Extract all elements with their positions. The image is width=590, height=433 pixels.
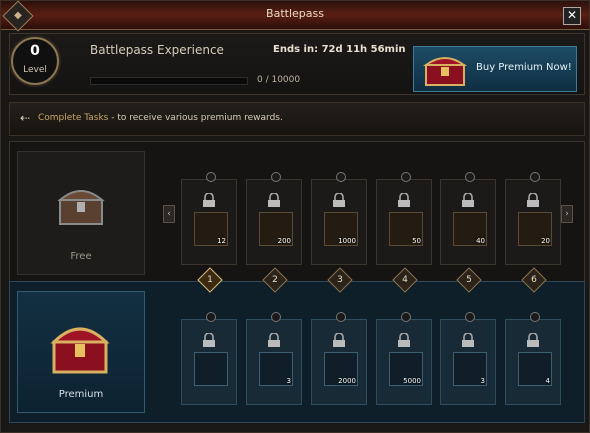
- info-banner: ⇠ Complete Tasks - to receive various pr…: [9, 102, 585, 136]
- free-reward-slot-6[interactable]: 20: [505, 172, 561, 265]
- premium-reward-slot-3[interactable]: 2000: [311, 312, 367, 405]
- treasure-chest-icon: [194, 352, 228, 386]
- tree-totem-icon: 50: [389, 212, 423, 246]
- blue-book-icon: 3: [259, 352, 293, 386]
- lock-icon: [460, 332, 476, 347]
- free-reward-slot-1[interactable]: 12: [181, 172, 237, 265]
- free-reward-slot-5[interactable]: 40: [440, 172, 496, 265]
- premium-reward-slot-2[interactable]: 3: [246, 312, 302, 405]
- lock-icon: [460, 192, 476, 207]
- lock-icon: [396, 332, 412, 347]
- golden-bird-icon: 12: [194, 212, 228, 246]
- premium-reward-slot-5[interactable]: 3: [440, 312, 496, 405]
- reward-quantity: 3: [480, 377, 485, 385]
- lock-icon: [266, 332, 282, 347]
- wing-scroll-icon: 40: [453, 212, 487, 246]
- moon-icon: [465, 312, 475, 322]
- experience-progress-bar: [90, 77, 248, 85]
- info-message: Complete Tasks - to receive various prem…: [38, 113, 283, 123]
- experience-progress-text: 0 / 10000: [257, 75, 301, 85]
- reward-quantity: 50: [412, 237, 421, 245]
- reward-quantity: 4: [545, 377, 550, 385]
- ends-in-timer: Ends in: 72d 11h 56min: [273, 44, 406, 55]
- buy-premium-button[interactable]: Buy Premium Now!: [413, 46, 577, 92]
- level-marker-number: 4: [402, 275, 408, 285]
- premium-chest-icon: [422, 57, 468, 86]
- free-reward-slot-2[interactable]: 200: [246, 172, 302, 265]
- reward-quantity: 40: [476, 237, 485, 245]
- scroll-left-button[interactable]: ‹: [163, 205, 175, 223]
- premium-reward-slot-1[interactable]: [181, 312, 237, 405]
- reward-quantity: 200: [277, 237, 291, 245]
- premium-track-label: Premium: [58, 389, 104, 400]
- window-title: Battlepass: [266, 7, 324, 20]
- reward-quantity: 5000: [403, 377, 421, 385]
- lock-icon: [331, 192, 347, 207]
- level-marker-number: 5: [466, 275, 472, 285]
- moon-icon: [271, 172, 281, 182]
- moon-icon: [206, 312, 216, 322]
- moon-icon: [530, 312, 540, 322]
- premium-track-card: Premium: [17, 291, 145, 413]
- wooden-crate-icon: 20: [518, 212, 552, 246]
- lock-icon: [396, 192, 412, 207]
- moon-icon: [465, 172, 475, 182]
- scroll-right-button[interactable]: ›: [561, 205, 573, 223]
- level-marker-number: 3: [337, 275, 343, 285]
- premium-chest-large-icon: [50, 327, 110, 374]
- level-marker-number: 2: [272, 275, 278, 285]
- reward-quantity: 3: [286, 377, 291, 385]
- level-marker-number: 1: [207, 275, 213, 285]
- buy-premium-label: Buy Premium Now!: [476, 62, 572, 73]
- wooden-chest-icon: [57, 190, 105, 225]
- level-label: Level: [23, 65, 47, 75]
- premium-reward-slot-6[interactable]: 4: [505, 312, 561, 405]
- moon-icon: [271, 312, 281, 322]
- lock-icon: [266, 192, 282, 207]
- arrow-left-icon: ⇠: [20, 111, 31, 125]
- green-crystal-icon: 3: [453, 352, 487, 386]
- reward-quantity: 1000: [338, 237, 356, 245]
- white-flame-icon: 4: [518, 352, 552, 386]
- info-rest: - to receive various premium rewards.: [108, 113, 283, 123]
- lock-icon: [525, 332, 541, 347]
- silver-ore-icon: 2000: [324, 352, 358, 386]
- green-gem-pile-icon: 5000: [389, 352, 423, 386]
- free-track-label: Free: [70, 251, 92, 262]
- moon-icon: [401, 312, 411, 322]
- moon-icon: [206, 172, 216, 182]
- rainbow-orb-icon: 200: [259, 212, 293, 246]
- moon-icon: [336, 172, 346, 182]
- level-badge: 0 Level: [11, 37, 59, 85]
- close-button[interactable]: ✕: [563, 7, 581, 25]
- free-reward-slot-3[interactable]: 1000: [311, 172, 367, 265]
- free-reward-slot-4[interactable]: 50: [376, 172, 432, 265]
- battlepass-window: ◆ Battlepass ✕ 0 Level Battlepass Experi…: [0, 0, 590, 433]
- level-number: 0: [30, 43, 40, 59]
- moon-icon: [401, 172, 411, 182]
- title-bar: ◆ Battlepass ✕: [1, 0, 589, 32]
- experience-title: Battlepass Experience: [90, 43, 224, 57]
- lock-icon: [201, 332, 217, 347]
- reward-quantity: 2000: [338, 377, 356, 385]
- reward-quantity: 20: [541, 237, 550, 245]
- info-highlight: Complete Tasks: [38, 113, 109, 123]
- free-track-card: Free: [17, 151, 145, 275]
- silver-ore-icon: 1000: [324, 212, 358, 246]
- level-marker-number: 6: [531, 275, 537, 285]
- premium-reward-slot-4[interactable]: 5000: [376, 312, 432, 405]
- lock-icon: [201, 192, 217, 207]
- lock-icon: [525, 192, 541, 207]
- lock-icon: [331, 332, 347, 347]
- moon-icon: [336, 312, 346, 322]
- reward-quantity: 12: [217, 237, 226, 245]
- moon-icon: [530, 172, 540, 182]
